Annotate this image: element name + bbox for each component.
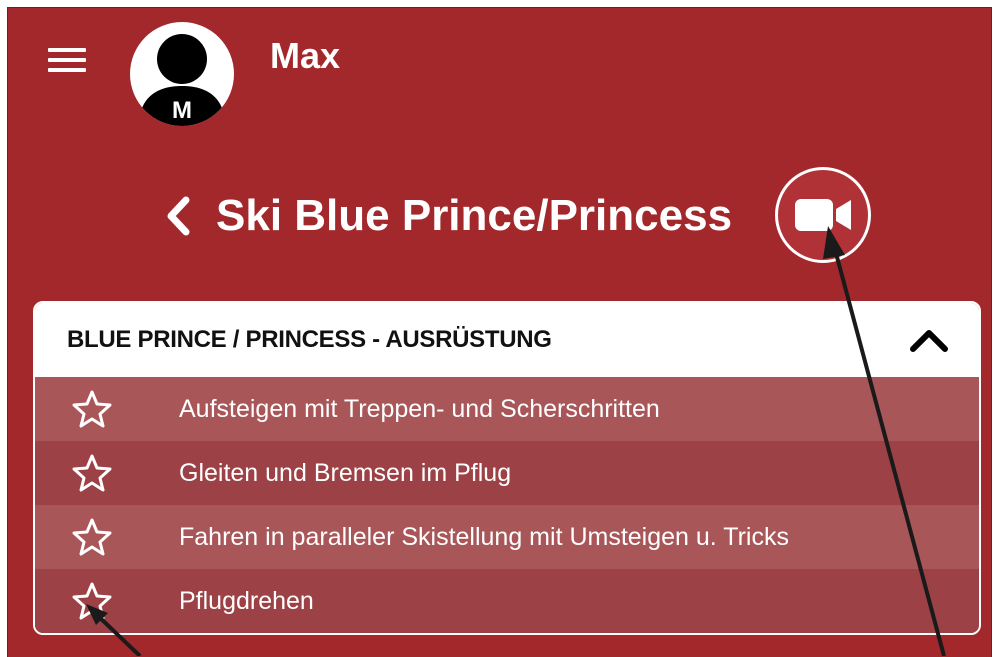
list-item-label: Gleiten und Bremsen im Pflug <box>179 458 512 487</box>
chevron-up-icon[interactable] <box>909 327 949 353</box>
list-item-label: Pflugdrehen <box>179 586 314 615</box>
video-camera-icon <box>795 199 851 231</box>
hamburger-menu-icon[interactable] <box>48 48 86 80</box>
section-card: BLUE PRINCE / PRINCESS - AUSRÜSTUNG Aufs… <box>33 301 981 635</box>
star-outline-icon[interactable] <box>68 390 116 428</box>
list-item-label: Aufsteigen mit Treppen- und Scherschritt… <box>179 394 660 423</box>
skill-list: Aufsteigen mit Treppen- und Scherschritt… <box>35 377 979 633</box>
user-silhouette-icon: M <box>132 24 232 126</box>
star-outline-icon[interactable] <box>68 454 116 492</box>
star-outline-icon[interactable] <box>68 518 116 556</box>
avatar-initial: M <box>172 97 192 124</box>
list-item[interactable]: Aufsteigen mit Treppen- und Scherschritt… <box>35 377 979 441</box>
star-outline-icon[interactable] <box>68 582 116 620</box>
app-frame: M Max Ski Blue Prince/Princess BLUE PRIN… <box>7 7 992 657</box>
avatar[interactable]: M <box>130 22 234 126</box>
page-title-row: Ski Blue Prince/Princess <box>158 186 732 246</box>
user-name: Max <box>270 35 341 76</box>
section-title: BLUE PRINCE / PRINCESS - AUSRÜSTUNG <box>67 326 552 353</box>
list-item[interactable]: Fahren in paralleler Skistellung mit Ums… <box>35 505 979 569</box>
page-title: Ski Blue Prince/Princess <box>216 191 733 240</box>
list-item-label: Fahren in paralleler Skistellung mit Ums… <box>179 522 789 551</box>
back-chevron-icon[interactable] <box>158 191 198 241</box>
list-item[interactable]: Gleiten und Bremsen im Pflug <box>35 441 979 505</box>
video-button[interactable] <box>775 167 871 263</box>
section-header[interactable]: BLUE PRINCE / PRINCESS - AUSRÜSTUNG <box>35 303 979 377</box>
list-item[interactable]: Pflugdrehen <box>35 569 979 633</box>
